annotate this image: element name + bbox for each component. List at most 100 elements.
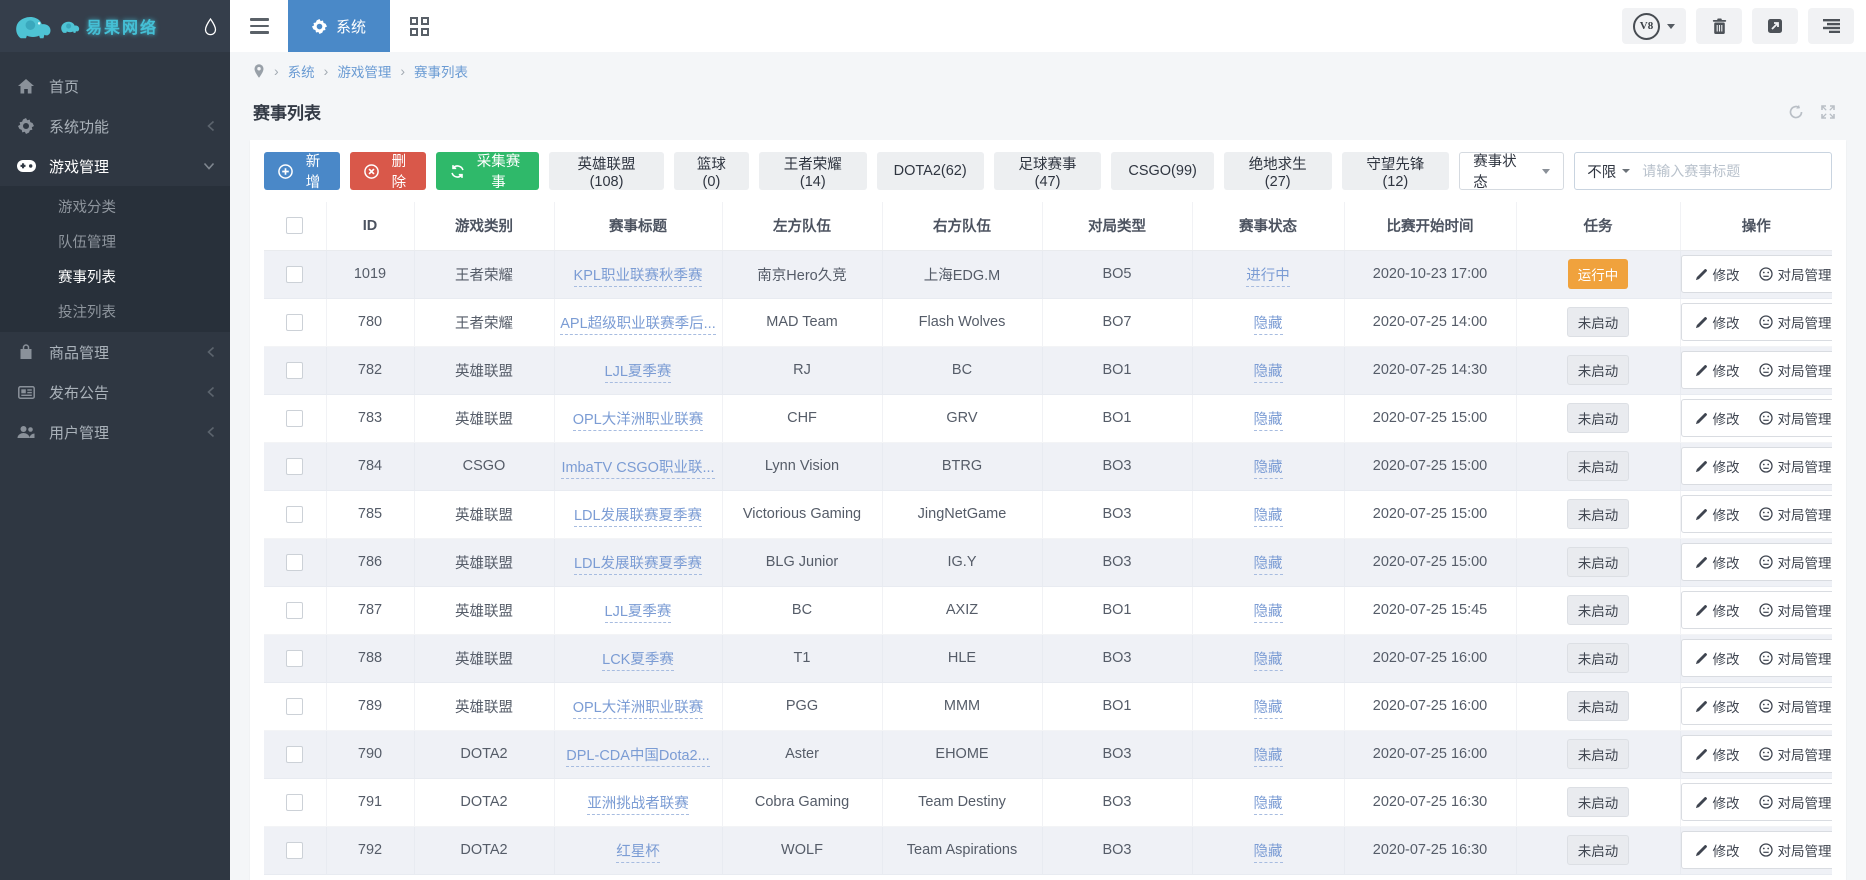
match-manage-button[interactable]: 对局管理 bbox=[1759, 552, 1832, 572]
match-title-link[interactable]: 亚洲挑战者联赛 bbox=[587, 796, 689, 815]
match-manage-button[interactable]: 对局管理 bbox=[1759, 312, 1832, 332]
edit-button[interactable]: 修改 bbox=[1695, 264, 1740, 284]
match-status-link[interactable]: 隐藏 bbox=[1254, 796, 1283, 815]
match-title-link[interactable]: ImbaTV CSGO职业联... bbox=[561, 460, 714, 479]
match-status-link[interactable]: 隐藏 bbox=[1254, 604, 1283, 623]
grid-menu-button[interactable] bbox=[390, 0, 448, 52]
match-manage-button[interactable]: 对局管理 bbox=[1759, 408, 1832, 428]
filter-chip[interactable]: 篮球(0) bbox=[674, 152, 749, 190]
edit-button[interactable]: 修改 bbox=[1695, 648, 1740, 668]
match-status-link[interactable]: 隐藏 bbox=[1254, 364, 1283, 383]
sidebar-item-user-management[interactable]: 用户管理 bbox=[0, 412, 230, 452]
match-manage-button[interactable]: 对局管理 bbox=[1759, 696, 1832, 716]
row-checkbox[interactable] bbox=[286, 506, 303, 523]
sidebar-item-game-categories[interactable]: 游戏分类 bbox=[0, 189, 230, 224]
row-checkbox[interactable] bbox=[286, 842, 303, 859]
edit-button[interactable]: 修改 bbox=[1695, 840, 1740, 860]
filter-chip[interactable]: CSGO(99) bbox=[1111, 152, 1214, 190]
trash-button[interactable] bbox=[1696, 8, 1742, 44]
control-sidebar-button[interactable] bbox=[1808, 8, 1854, 44]
match-manage-button[interactable]: 对局管理 bbox=[1759, 264, 1832, 284]
match-manage-button[interactable]: 对局管理 bbox=[1759, 648, 1832, 668]
breadcrumb-link-game-management[interactable]: 游戏管理 bbox=[337, 61, 391, 81]
match-title-link[interactable]: KPL职业联赛秋季赛 bbox=[574, 268, 703, 287]
row-checkbox[interactable] bbox=[286, 746, 303, 763]
match-title-link[interactable]: APL超级职业联赛季后... bbox=[560, 316, 716, 335]
row-checkbox[interactable] bbox=[286, 314, 303, 331]
edit-button[interactable]: 修改 bbox=[1695, 552, 1740, 572]
tab-system[interactable]: 系统 bbox=[288, 0, 390, 52]
filter-chip[interactable]: DOTA2(62) bbox=[877, 152, 984, 190]
match-status-link[interactable]: 隐藏 bbox=[1254, 748, 1283, 767]
match-status-link[interactable]: 隐藏 bbox=[1254, 508, 1283, 527]
search-scope-dropdown[interactable]: 不限 bbox=[1575, 161, 1642, 182]
sidebar-item-bet-list[interactable]: 投注列表 bbox=[0, 294, 230, 329]
match-status-link[interactable]: 隐藏 bbox=[1254, 700, 1283, 719]
sidebar-toggle-button[interactable] bbox=[230, 0, 288, 52]
match-title-search-input[interactable] bbox=[1642, 163, 1831, 179]
match-title-link[interactable]: LJL夏季赛 bbox=[605, 364, 672, 383]
row-checkbox[interactable] bbox=[286, 554, 303, 571]
match-manage-button[interactable]: 对局管理 bbox=[1759, 744, 1832, 764]
sidebar-item-game-management[interactable]: 游戏管理 bbox=[0, 146, 230, 186]
filter-chip[interactable]: 守望先锋(12) bbox=[1342, 152, 1450, 190]
match-manage-button[interactable]: 对局管理 bbox=[1759, 600, 1832, 620]
breadcrumb-link-system[interactable]: 系统 bbox=[288, 61, 315, 81]
delete-button[interactable]: 删除 bbox=[350, 152, 426, 190]
sidebar-item-home[interactable]: 首页 bbox=[0, 66, 230, 106]
edit-button[interactable]: 修改 bbox=[1695, 696, 1740, 716]
match-status-link[interactable]: 隐藏 bbox=[1254, 316, 1283, 335]
match-manage-button[interactable]: 对局管理 bbox=[1759, 360, 1832, 380]
match-status-link[interactable]: 进行中 bbox=[1246, 268, 1290, 287]
sidebar-item-product-management[interactable]: 商品管理 bbox=[0, 332, 230, 372]
row-checkbox[interactable] bbox=[286, 266, 303, 283]
open-external-button[interactable] bbox=[1752, 8, 1798, 44]
match-status-link[interactable]: 隐藏 bbox=[1254, 460, 1283, 479]
edit-button[interactable]: 修改 bbox=[1695, 408, 1740, 428]
match-manage-button[interactable]: 对局管理 bbox=[1759, 840, 1832, 860]
row-checkbox[interactable] bbox=[286, 698, 303, 715]
breadcrumb-link-match-list[interactable]: 赛事列表 bbox=[414, 61, 468, 81]
match-manage-button[interactable]: 对局管理 bbox=[1759, 504, 1832, 524]
match-title-link[interactable]: DPL-CDA中国Dota2... bbox=[566, 748, 709, 767]
match-title-link[interactable]: LDL发展联赛夏季赛 bbox=[574, 508, 702, 527]
user-menu-button[interactable]: V8 bbox=[1622, 8, 1686, 44]
match-title-link[interactable]: OPL大洋洲职业联赛 bbox=[573, 700, 704, 719]
match-title-link[interactable]: OPL大洋洲职业联赛 bbox=[573, 412, 704, 431]
edit-button[interactable]: 修改 bbox=[1695, 792, 1740, 812]
row-checkbox[interactable] bbox=[286, 362, 303, 379]
expand-panel-icon[interactable] bbox=[1820, 104, 1836, 120]
edit-button[interactable]: 修改 bbox=[1695, 504, 1740, 524]
match-title-link[interactable]: LCK夏季赛 bbox=[602, 652, 674, 671]
brand-header[interactable]: 易果网络 bbox=[0, 0, 230, 52]
edit-button[interactable]: 修改 bbox=[1695, 744, 1740, 764]
row-checkbox[interactable] bbox=[286, 458, 303, 475]
select-all-checkbox[interactable] bbox=[286, 217, 303, 234]
match-status-link[interactable]: 隐藏 bbox=[1254, 652, 1283, 671]
row-checkbox[interactable] bbox=[286, 410, 303, 427]
refresh-panel-icon[interactable] bbox=[1788, 104, 1804, 120]
filter-chip[interactable]: 足球赛事(47) bbox=[994, 152, 1102, 190]
match-manage-button[interactable]: 对局管理 bbox=[1759, 456, 1832, 476]
sidebar-item-system-functions[interactable]: 系统功能 bbox=[0, 106, 230, 146]
filter-chip[interactable]: 绝地求生(27) bbox=[1224, 152, 1332, 190]
edit-button[interactable]: 修改 bbox=[1695, 360, 1740, 380]
sidebar-item-team-management[interactable]: 队伍管理 bbox=[0, 224, 230, 259]
edit-button[interactable]: 修改 bbox=[1695, 600, 1740, 620]
match-status-dropdown[interactable]: 赛事状态 bbox=[1459, 152, 1564, 190]
edit-button[interactable]: 修改 bbox=[1695, 312, 1740, 332]
row-checkbox[interactable] bbox=[286, 650, 303, 667]
match-status-link[interactable]: 隐藏 bbox=[1254, 556, 1283, 575]
add-button[interactable]: 新增 bbox=[264, 152, 340, 190]
match-title-link[interactable]: 红星杯 bbox=[616, 844, 660, 863]
edit-button[interactable]: 修改 bbox=[1695, 456, 1740, 476]
match-title-link[interactable]: LDL发展联赛夏季赛 bbox=[574, 556, 702, 575]
row-checkbox[interactable] bbox=[286, 794, 303, 811]
sidebar-item-announcements[interactable]: 发布公告 bbox=[0, 372, 230, 412]
match-manage-button[interactable]: 对局管理 bbox=[1759, 792, 1832, 812]
row-checkbox[interactable] bbox=[286, 602, 303, 619]
match-title-link[interactable]: LJL夏季赛 bbox=[605, 604, 672, 623]
match-status-link[interactable]: 隐藏 bbox=[1254, 844, 1283, 863]
sidebar-item-match-list[interactable]: 赛事列表 bbox=[0, 259, 230, 294]
filter-chip[interactable]: 英雄联盟(108) bbox=[549, 152, 664, 190]
